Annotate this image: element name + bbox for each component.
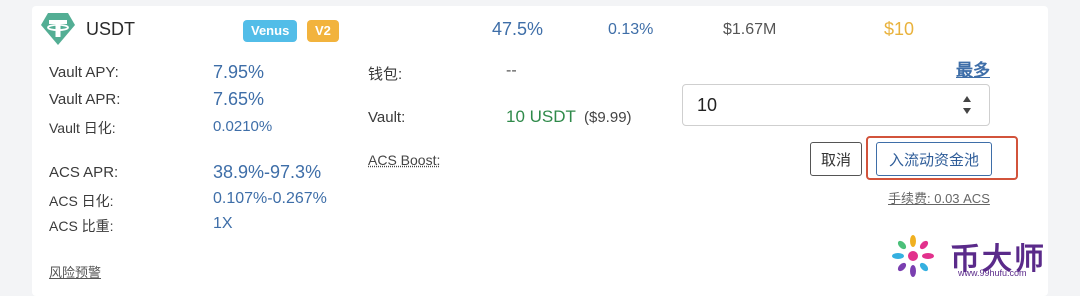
acs-daily-label: ACS 日化: — [49, 193, 114, 209]
v2-tag: V2 — [307, 20, 339, 42]
header-apy: 47.5% — [492, 19, 544, 39]
vault-apr-value: 7.65% — [213, 89, 265, 109]
tether-icon — [40, 12, 76, 46]
fee-label: 手续费: 0.03 ACS — [888, 191, 990, 206]
acs-apr-value: 38.9%-97.3% — [213, 162, 322, 182]
vault-apr-label: Vault APR: — [49, 91, 121, 108]
number-stepper-icon[interactable] — [962, 94, 972, 116]
acs-apr-label: ACS APR: — [49, 164, 119, 181]
wallet-label: 钱包: — [368, 66, 403, 83]
header-tvl: $1.67M — [723, 21, 777, 38]
watermark-flower-icon — [888, 232, 938, 280]
amount-input[interactable] — [682, 84, 990, 126]
max-button[interactable]: 最多 — [956, 56, 990, 81]
venus-tag: Venus — [243, 20, 298, 42]
acs-daily-value: 0.107%-0.267% — [213, 190, 327, 207]
vault-amount: 10 USDT — [506, 107, 576, 126]
acs-weight-label: ACS 比重: — [49, 218, 114, 234]
vault-apy-value: 7.95% — [213, 62, 265, 82]
vault-daily-label: Vault 日化: — [49, 120, 116, 136]
token-name: USDT — [86, 19, 135, 39]
vault-daily-value: 0.0210% — [213, 118, 273, 135]
cancel-button[interactable]: 取消 — [810, 142, 862, 176]
acs-boost-label[interactable]: ACS Boost: — [368, 152, 440, 168]
vault-label: Vault: — [368, 109, 406, 126]
header-price: $10 — [884, 19, 915, 39]
watermark-url: www.99hufu.com — [958, 268, 1027, 278]
risk-warning-link[interactable]: 风险预警 — [49, 262, 101, 281]
header-daily: 0.13% — [608, 21, 654, 38]
acs-weight-value: 1X — [213, 215, 233, 232]
vault-apy-label: Vault APY: — [49, 64, 119, 81]
vault-usd-value: ($9.99) — [584, 109, 632, 126]
wallet-value: -- — [506, 62, 517, 79]
deposit-button[interactable]: 入流动资金池 — [876, 142, 992, 176]
